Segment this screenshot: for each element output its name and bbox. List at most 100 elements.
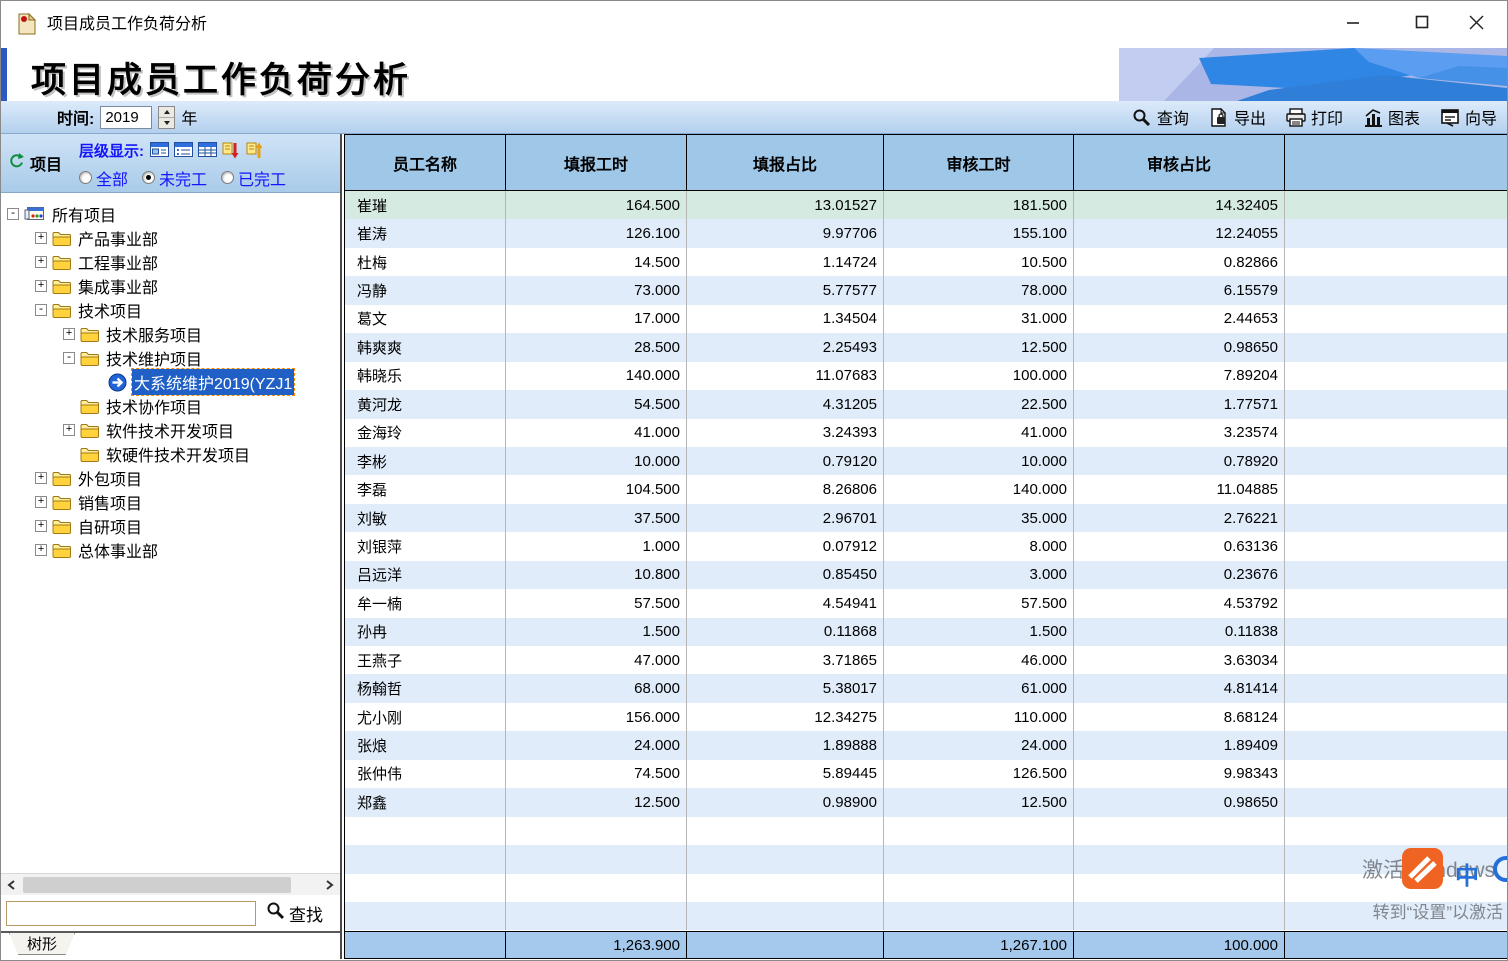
table-row[interactable]: 崔璀164.50013.01527181.50014.32405 (345, 191, 1508, 219)
cell-audited-hours: 155.100 (884, 219, 1074, 247)
maximize-button[interactable] (1399, 1, 1445, 48)
tree-item[interactable]: 软硬件技术开发项目 (1, 442, 340, 466)
collapse-icon[interactable]: - (35, 304, 47, 316)
table-row[interactable]: 尤小刚156.00012.34275110.0008.68124 (345, 703, 1508, 731)
tree-item[interactable]: +产品事业部 (1, 226, 340, 250)
table-row[interactable]: 郑鑫12.5000.9890012.5000.98650 (345, 788, 1508, 816)
cell-audited-hours: 12.500 (884, 788, 1074, 816)
totals-row: 1,263.900 1,267.100 100.000 (345, 931, 1508, 959)
table-row[interactable]: 韩晓乐140.00011.07683100.0007.89204 (345, 362, 1508, 390)
table-row[interactable]: 杜梅14.5001.1472410.5000.82866 (345, 248, 1508, 276)
tree-item[interactable]: +集成事业部 (1, 274, 340, 298)
tree-item[interactable]: +外包项目 (1, 466, 340, 490)
table-row[interactable]: 张烺24.0001.8988824.0001.89409 (345, 731, 1508, 759)
print-button[interactable]: 打印 (1286, 105, 1343, 129)
spinner-down-button[interactable] (159, 118, 174, 128)
chart-button[interactable]: 图表 (1363, 105, 1420, 129)
table-row[interactable]: 葛文17.0001.3450431.0002.44653 (345, 305, 1508, 333)
view-grid-icon[interactable] (198, 142, 218, 158)
tree-item[interactable]: +自研项目 (1, 514, 340, 538)
expand-icon[interactable]: + (63, 328, 75, 340)
expand-icon[interactable]: + (35, 544, 47, 556)
filter-radio-0[interactable]: 全部 (79, 166, 128, 190)
project-tree: - 所有项目+产品事业部+工程事业部+集成事业部-技术项目+技术服务项目-技术维护… (1, 193, 340, 873)
view-detail-icon[interactable] (150, 142, 170, 158)
column-header[interactable] (1285, 135, 1508, 190)
table-row[interactable]: 刘敏37.5002.9670135.0002.76221 (345, 504, 1508, 532)
cell-audited-pct: 11.04885 (1074, 475, 1285, 503)
spinner-up-button[interactable] (159, 107, 174, 118)
tree-item-label: 所有项目 (50, 201, 118, 227)
close-button[interactable] (1453, 1, 1499, 48)
filter-radio-2[interactable]: 已完工 (221, 166, 286, 190)
folder-icon (52, 471, 71, 486)
table-row[interactable]: 孙冉1.5000.118681.5000.11838 (345, 618, 1508, 646)
tree-item[interactable]: +总体事业部 (1, 538, 340, 562)
table-row[interactable]: 崔涛126.1009.97706155.10012.24055 (345, 219, 1508, 247)
tree-item[interactable]: +软件技术开发项目 (1, 418, 340, 442)
scrollbar-thumb[interactable] (23, 877, 291, 893)
column-header[interactable]: 审核占比 (1074, 135, 1285, 190)
minimize-button[interactable] (1330, 1, 1376, 48)
wizard-button[interactable]: 向导 (1440, 105, 1497, 129)
query-button[interactable]: 查询 (1132, 105, 1189, 129)
table-row[interactable]: 杨翰哲68.0005.3801761.0004.81414 (345, 674, 1508, 702)
tree-item[interactable]: +销售项目 (1, 490, 340, 514)
column-header[interactable]: 审核工时 (884, 135, 1074, 190)
table-row[interactable]: 金海玲41.0003.2439341.0003.23574 (345, 419, 1508, 447)
expand-all-icon[interactable] (222, 142, 242, 158)
expand-icon[interactable]: + (35, 472, 47, 484)
cell-reported-pct: 0.07912 (687, 532, 884, 560)
table-row[interactable]: 韩爽爽28.5002.2549312.5000.98650 (345, 333, 1508, 361)
tree-item[interactable]: - 所有项目 (1, 202, 340, 226)
tree-horizontal-scrollbar[interactable] (1, 873, 340, 895)
cell-audited-hours: 35.000 (884, 504, 1074, 532)
collapse-all-icon[interactable] (246, 142, 266, 158)
table-row[interactable]: 冯静73.0005.7757778.0006.15579 (345, 276, 1508, 304)
column-header[interactable]: 填报工时 (506, 135, 687, 190)
table-row[interactable]: 李磊104.5008.26806140.00011.04885 (345, 475, 1508, 503)
export-button[interactable]: 导出 (1209, 105, 1266, 129)
collapse-icon[interactable]: - (7, 208, 19, 220)
table-row[interactable]: 刘银萍1.0000.079128.0000.63136 (345, 532, 1508, 560)
year-input[interactable] (100, 106, 152, 129)
table-body: 崔璀164.50013.01527181.50014.32405崔涛126.10… (345, 191, 1508, 931)
cell-employee-name: 冯静 (345, 276, 506, 304)
scroll-left-icon[interactable] (1, 875, 21, 895)
expand-icon[interactable]: + (35, 232, 47, 244)
expand-icon[interactable]: + (63, 424, 75, 436)
tree-item[interactable]: 大系统维护2019(YZJ1 (1, 370, 340, 394)
cell-reported-hours: 104.500 (506, 475, 687, 503)
tree-item[interactable]: -技术项目 (1, 298, 340, 322)
table-row[interactable]: 牟一楠57.5004.5494157.5004.53792 (345, 589, 1508, 617)
table-row[interactable]: 李彬10.0000.7912010.0000.78920 (345, 447, 1508, 475)
tree-item[interactable]: -技术维护项目 (1, 346, 340, 370)
scroll-right-icon[interactable] (320, 875, 340, 895)
expand-icon[interactable]: + (35, 280, 47, 292)
cell-reported-hours: 126.100 (506, 219, 687, 247)
refresh-icon[interactable] (9, 152, 24, 175)
collapse-icon[interactable]: - (63, 352, 75, 364)
search-input[interactable] (6, 901, 256, 926)
view-list-icon[interactable] (174, 142, 194, 158)
cell-audited-hours: 46.000 (884, 646, 1074, 674)
empty-row (345, 874, 1508, 902)
filter-radio-1[interactable]: 未完工 (142, 166, 207, 190)
tree-item[interactable]: +技术服务项目 (1, 322, 340, 346)
tree-item[interactable]: +工程事业部 (1, 250, 340, 274)
table-row[interactable]: 王燕子47.0003.7186546.0003.63034 (345, 646, 1508, 674)
table-row[interactable]: 张仲伟74.5005.89445126.5009.98343 (345, 760, 1508, 788)
cell-audited-hours: 10.500 (884, 248, 1074, 276)
expand-icon[interactable]: + (35, 256, 47, 268)
table-row[interactable]: 黄河龙54.5004.3120522.5001.77571 (345, 390, 1508, 418)
table-row[interactable]: 吕远洋10.8000.854503.0000.23676 (345, 561, 1508, 589)
tab-tree[interactable]: 树形 (9, 933, 75, 955)
title-bar: 项目成员工作负荷分析 (1, 1, 1507, 48)
column-header[interactable]: 员工名称 (345, 135, 506, 190)
column-header[interactable]: 填报占比 (687, 135, 884, 190)
cell-audited-hours: 126.500 (884, 760, 1074, 788)
tree-item[interactable]: 技术协作项目 (1, 394, 340, 418)
find-button[interactable]: 查找 (266, 901, 323, 926)
expand-icon[interactable]: + (35, 496, 47, 508)
expand-icon[interactable]: + (35, 520, 47, 532)
